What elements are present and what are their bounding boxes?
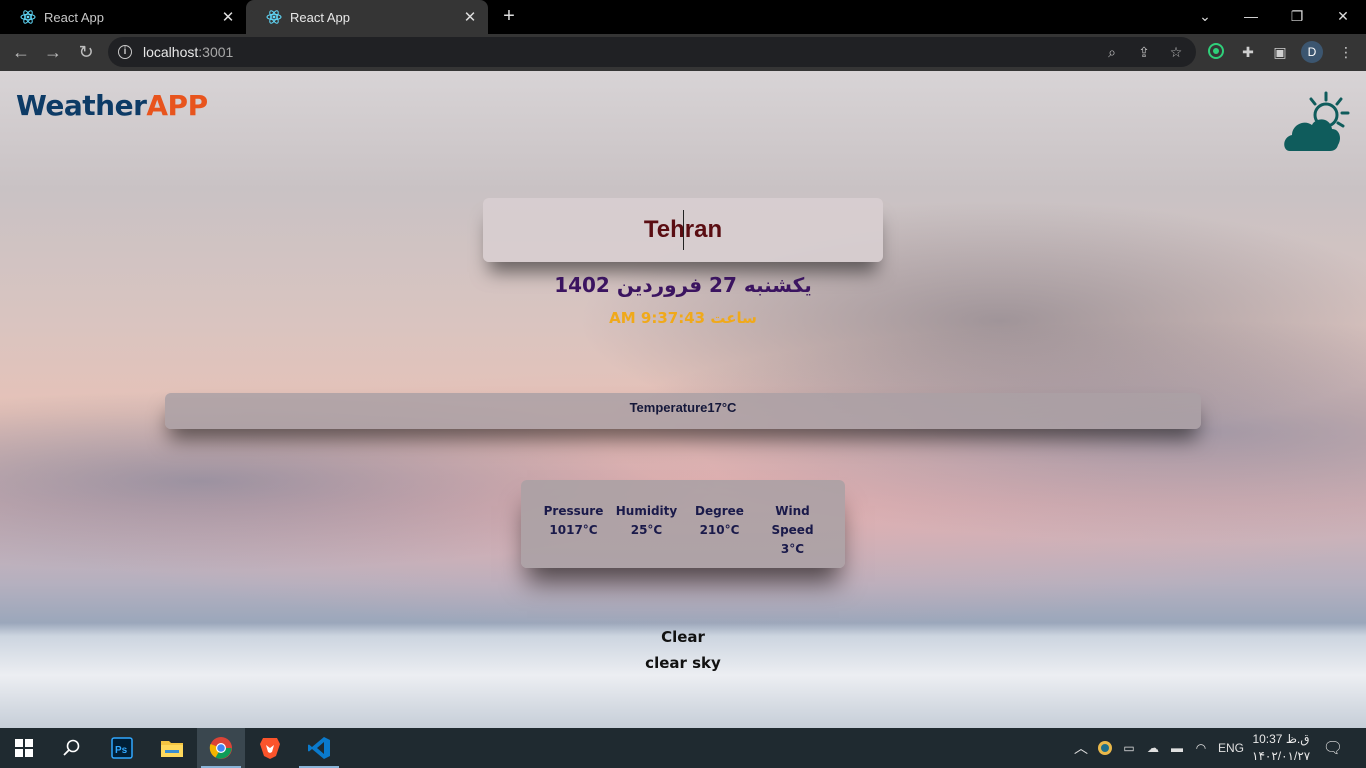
pressure-detail: Pressure 1017°C xyxy=(543,504,604,537)
notification-icon[interactable]: 🗨 xyxy=(1320,728,1346,768)
humidity-detail: Humidity 25°C xyxy=(615,504,678,537)
close-icon[interactable]: ✕ xyxy=(220,8,236,26)
menu-dots-icon[interactable]: ⋮ xyxy=(1336,42,1356,62)
minimize-icon[interactable]: — xyxy=(1239,4,1263,28)
react-icon xyxy=(266,10,282,24)
extension-ring-icon[interactable] xyxy=(1206,42,1226,62)
condition-description: clear sky xyxy=(645,654,721,672)
vscode-icon[interactable] xyxy=(295,728,343,768)
address-bar[interactable]: i localhost:3001 ⌕ ⇪ ☆ xyxy=(108,37,1196,67)
sun-cloud-icon xyxy=(1284,91,1350,151)
camera-icon[interactable]: ▭ xyxy=(1119,728,1139,768)
react-icon xyxy=(20,10,36,24)
chevron-down-icon[interactable]: ⌄ xyxy=(1193,4,1217,28)
condition-main: Clear xyxy=(661,628,705,646)
wind-speed-detail: Wind Speed 3°C xyxy=(771,504,814,556)
cloud-icon[interactable]: ☁ xyxy=(1143,728,1163,768)
new-tab-button[interactable]: + xyxy=(498,5,520,27)
date-label: یکشنبه 27 فروردین 1402 xyxy=(554,273,812,297)
star-icon[interactable]: ☆ xyxy=(1167,43,1185,61)
zoom-icon[interactable]: ⌕ xyxy=(1103,43,1121,61)
chrome-icon[interactable] xyxy=(197,728,245,768)
app-logo: WeatherAPP xyxy=(16,89,208,122)
degree-detail: Degree 210°C xyxy=(695,504,744,537)
url-text[interactable]: localhost:3001 xyxy=(143,44,233,60)
taskbar-clock[interactable]: 10:37 ق.ظ ۱۴۰۲/۰۱/۲۷ xyxy=(1252,731,1310,765)
share-icon[interactable]: ⇪ xyxy=(1135,43,1153,61)
tray-app-icon[interactable] xyxy=(1095,728,1115,768)
restore-icon[interactable]: ❐ xyxy=(1285,4,1309,28)
browser-tabbar: React App ✕ React App ✕ + ⌄ — ❐ ✕ xyxy=(0,0,1366,34)
brave-icon[interactable] xyxy=(246,728,294,768)
battery-icon[interactable]: ▬ xyxy=(1167,728,1187,768)
back-arrow-icon[interactable]: ← xyxy=(9,40,33,64)
close-icon[interactable]: ✕ xyxy=(462,8,478,26)
weather-details-card: Pressure 1017°C Humidity 25°C Degree 210… xyxy=(521,480,845,568)
sidepanel-icon[interactable]: ▣ xyxy=(1270,42,1290,62)
windows-start-icon[interactable] xyxy=(0,728,48,768)
tab-title: React App xyxy=(44,9,104,25)
profile-avatar[interactable]: D xyxy=(1301,41,1323,63)
photoshop-icon[interactable]: Ps xyxy=(98,728,146,768)
puzzle-icon[interactable]: ✚ xyxy=(1238,42,1258,62)
weather-page: WeatherAPP یکشنبه 27 فروردین 1402 ساعت 9… xyxy=(0,71,1366,728)
file-explorer-icon[interactable] xyxy=(148,728,196,768)
temperature-bar: Temperature17°C xyxy=(165,393,1201,429)
tab-title: React App xyxy=(290,9,350,25)
chevron-up-icon[interactable]: ︿ xyxy=(1070,728,1092,768)
text-cursor xyxy=(683,210,684,250)
close-window-icon[interactable]: ✕ xyxy=(1331,4,1355,28)
info-icon[interactable]: i xyxy=(118,45,132,59)
reload-icon[interactable]: ↻ xyxy=(74,40,98,64)
browser-toolbar: ← → ↻ i localhost:3001 ⌕ ⇪ ☆ ✚ ▣ D ⋮ xyxy=(0,34,1366,71)
forward-arrow-icon[interactable]: → xyxy=(41,40,65,64)
time-label: ساعت 9:37:43 AM xyxy=(609,309,757,327)
browser-tab-active[interactable]: React App ✕ xyxy=(246,0,488,34)
windows-taskbar: Ps ︿ ▭ ☁ ▬ ◠ ENG 10:37 ق.ظ ۱۴۰۲/۰۱/۲۷ 🗨 xyxy=(0,728,1366,768)
wifi-icon[interactable]: ◠ xyxy=(1191,728,1211,768)
svg-text:Ps: Ps xyxy=(115,745,128,756)
search-icon[interactable] xyxy=(48,728,96,768)
language-indicator[interactable]: ENG xyxy=(1216,728,1246,768)
browser-tab[interactable]: React App ✕ xyxy=(0,0,246,34)
